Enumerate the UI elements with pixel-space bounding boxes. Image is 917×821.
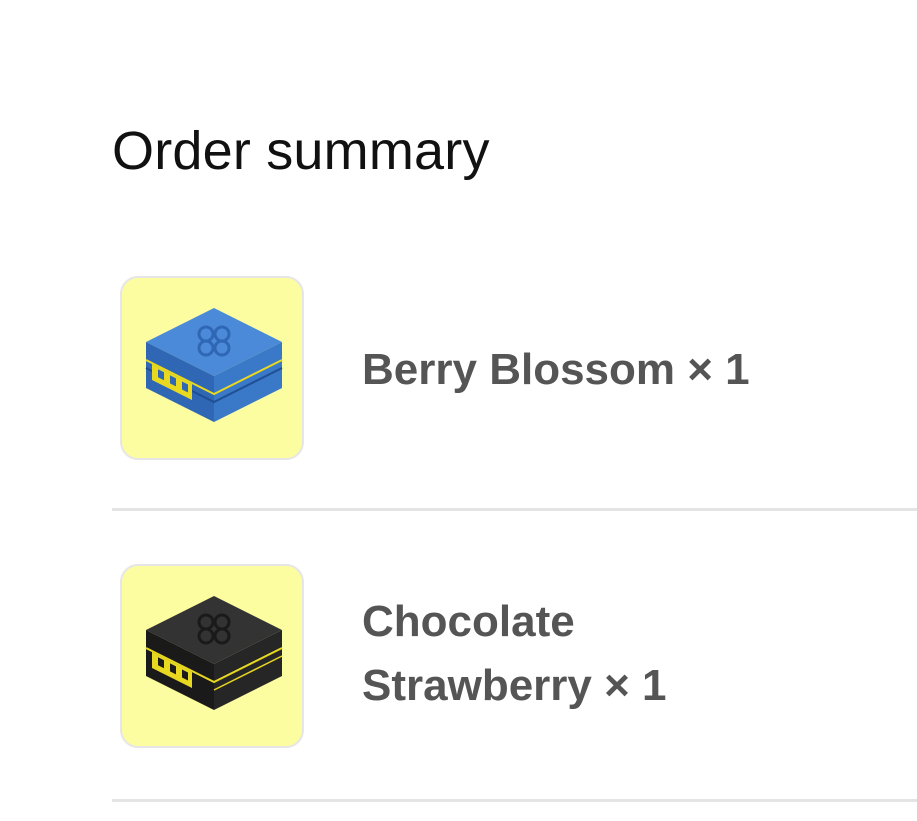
black-gift-box-icon <box>145 596 283 710</box>
divider <box>112 508 917 511</box>
blue-gift-box-icon <box>145 308 283 422</box>
product-thumbnail <box>120 276 304 460</box>
product-thumbnail <box>120 564 304 748</box>
divider <box>112 799 917 802</box>
product-name-line2: Strawberry × 1 <box>362 661 667 710</box>
product-name: Berry Blossom × 1 <box>362 338 882 402</box>
order-item: Berry Blossom × 1 <box>112 276 917 462</box>
product-name: Chocolate Strawberry × 1 <box>362 590 882 718</box>
order-summary-title: Order summary <box>112 121 490 181</box>
order-item: Chocolate Strawberry × 1 <box>112 564 917 750</box>
order-summary-page: Order summary Berry Blossom × 1 Chocolat… <box>0 0 917 821</box>
product-name-line1: Berry Blossom × 1 <box>362 345 750 394</box>
product-name-line1: Chocolate <box>362 597 575 646</box>
